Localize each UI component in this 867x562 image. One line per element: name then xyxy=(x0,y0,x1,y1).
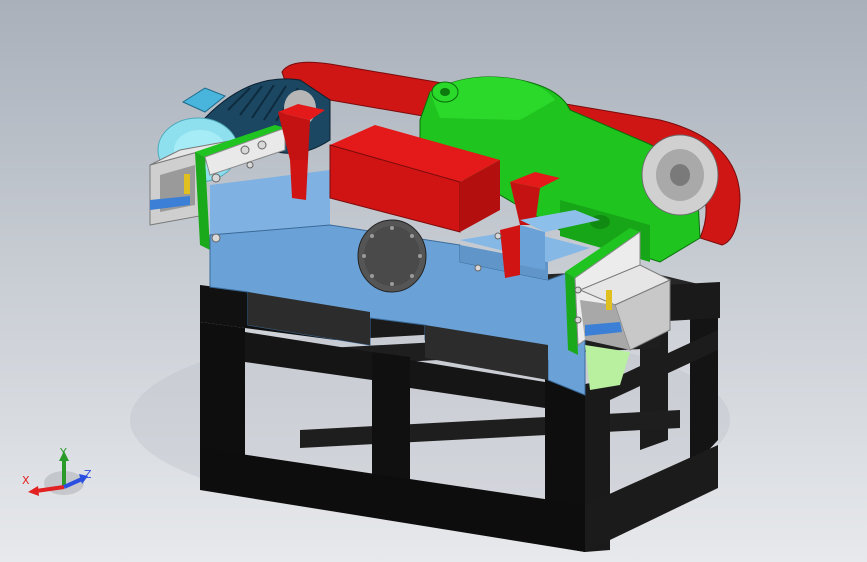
machine-model[interactable] xyxy=(0,0,867,562)
cad-viewport[interactable]: X Y Z xyxy=(0,0,867,562)
pulley[interactable] xyxy=(641,134,719,216)
axis-triad[interactable]: X Y Z xyxy=(18,445,98,507)
z-axis-label: Z xyxy=(84,468,92,481)
y-axis-label: Y xyxy=(60,446,67,459)
x-axis-label: X xyxy=(22,474,30,487)
